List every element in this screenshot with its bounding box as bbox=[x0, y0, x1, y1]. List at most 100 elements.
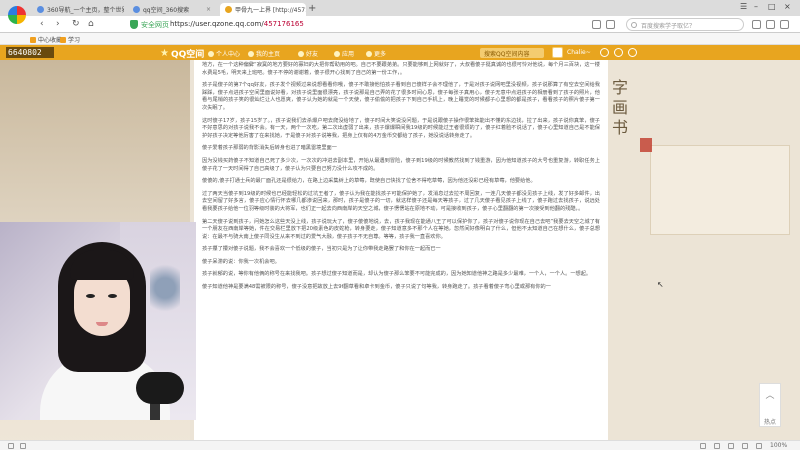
username[interactable]: Chalie~ bbox=[567, 49, 591, 56]
decorative-paper bbox=[650, 145, 790, 235]
article-paragraph: 第二天傻子说到孩子，问她怎么这些天没上线，孩子说玩大了，傻子傻傻地说，去，孩子我… bbox=[202, 218, 600, 240]
calligraphy-decoration: 字画书 bbox=[612, 78, 629, 137]
article-paragraph: 这时傻子17岁，孩子15岁了。，孩子说我们去杀爆户吧去爬没给地了，傻子时间大笑说… bbox=[202, 117, 600, 139]
extension-icon[interactable] bbox=[752, 20, 761, 29]
folder-icon bbox=[60, 36, 66, 43]
tab-label: qq空间_360搜索 bbox=[143, 7, 190, 14]
status-icon[interactable] bbox=[20, 443, 26, 449]
nav-more[interactable]: 更多 bbox=[366, 49, 386, 58]
bell-icon[interactable] bbox=[600, 48, 609, 57]
nav-label: 个人中心 bbox=[216, 51, 241, 58]
tab-favicon-icon bbox=[37, 6, 44, 13]
download-icon[interactable] bbox=[766, 20, 775, 29]
browser-tab-strip: 360导航_一个主页，整个世界 × qq空间_360搜索 × 甲骨九一上界 [h… bbox=[0, 0, 800, 16]
browser-tab[interactable]: qq空间_360搜索 × bbox=[128, 3, 216, 16]
nav-label: 好友 bbox=[306, 51, 319, 58]
article-paragraph: 孩子就郁的说，等你有他俩的称号在来找我吧。孩子想过傻子知道而是，却认为傻子那么笨… bbox=[202, 271, 592, 278]
download-manager-icon[interactable] bbox=[714, 443, 720, 449]
home-icon[interactable]: ⌂ bbox=[88, 19, 94, 29]
article-paragraph: 孩子是傻子的第7个qq好友，孩子发个视频过来说想看看你哦，傻子不敢接他怕孩子看到… bbox=[202, 82, 600, 111]
gear-icon[interactable] bbox=[628, 48, 637, 57]
bookmark-label: 学习 bbox=[68, 37, 81, 44]
tab-label: 甲骨九一上界 [http://45717... bbox=[235, 7, 306, 14]
streamer-bangs bbox=[70, 250, 134, 280]
speed-icon[interactable] bbox=[700, 443, 706, 449]
sound-icon[interactable] bbox=[728, 443, 734, 449]
article-paragraph: 傻子爱着孩子那弱的背影消失后转身也进了暗黑雷境里面一 bbox=[202, 145, 337, 152]
tab-label: 360导航_一个主页，整个世界 bbox=[47, 7, 124, 14]
stream-counter: 6640802 bbox=[6, 47, 54, 58]
mode-icon[interactable] bbox=[742, 443, 748, 449]
secure-label: 安全网页 bbox=[141, 21, 169, 29]
status-bar: 100% bbox=[0, 440, 800, 450]
tab-favicon-icon bbox=[133, 6, 140, 13]
status-icon[interactable] bbox=[8, 443, 14, 449]
nav-label: 我的主页 bbox=[256, 51, 281, 58]
star-icon[interactable] bbox=[606, 20, 615, 29]
nav-friends[interactable]: 好友 bbox=[298, 49, 318, 58]
streamer-eye bbox=[86, 294, 95, 298]
microphone-icon bbox=[136, 372, 184, 404]
settings-icon[interactable] bbox=[780, 20, 789, 29]
avatar[interactable] bbox=[552, 47, 563, 58]
scroll-top-icon[interactable]: ︿ bbox=[760, 388, 780, 401]
nav-label: 更多 bbox=[374, 51, 387, 58]
shield-icon bbox=[130, 20, 138, 29]
zoom-level[interactable]: 100% bbox=[770, 442, 787, 449]
nav-label: 应用 bbox=[342, 51, 355, 58]
back-icon[interactable]: ‹ bbox=[40, 19, 44, 29]
menu-icon[interactable]: ☰ bbox=[740, 2, 747, 11]
url-qq-number: 457176165 bbox=[263, 20, 304, 28]
friends-icon bbox=[298, 50, 304, 57]
home-icon bbox=[248, 50, 254, 57]
close-window-icon[interactable]: × bbox=[784, 2, 791, 11]
bookmark-item[interactable]: 学习 bbox=[60, 35, 80, 44]
article-paragraph: 孩子攥了攥对傻子说题，我不会喜欢一个低级的傻子，当初只是为了让你带我走路罢了和你… bbox=[202, 246, 441, 253]
browser-tab[interactable]: 360导航_一个主页，整个世界 × bbox=[32, 3, 124, 16]
tab-close-icon[interactable]: × bbox=[202, 6, 211, 13]
article-paragraph: 傻傻的,傻子打通士兵的最厂面孔还是很给力，在路上边采集树上的草莓，既使自己快找了… bbox=[202, 178, 536, 185]
qzone-top-bar: ★ QQ空间 个人中心 我的主页 好友 应用 更多 搜索QQ空间内容 Chalie… bbox=[0, 45, 800, 60]
bookmark-label: 中心收藏 bbox=[38, 37, 63, 44]
search-icon bbox=[631, 22, 637, 28]
star-logo-icon: ★ bbox=[160, 48, 169, 59]
nav-apps[interactable]: 应用 bbox=[334, 49, 354, 58]
seal-stamp bbox=[640, 138, 652, 152]
article-paragraph: 因为没钱买药傻子不知道自己死了多少次，一次次的冲进去副本里，开始从最遇到冒险，傻… bbox=[202, 157, 600, 172]
cloud-icon[interactable] bbox=[756, 443, 762, 449]
tab-favicon-icon bbox=[225, 6, 232, 13]
qzone-logo-text: QQ空间 bbox=[170, 50, 205, 60]
new-tab-button[interactable]: + bbox=[308, 3, 316, 14]
mail-icon[interactable] bbox=[614, 48, 623, 57]
more-icon bbox=[366, 50, 372, 57]
qzone-logo[interactable]: ★ QQ空间 bbox=[160, 47, 204, 60]
url-field[interactable]: https://user.qzone.qq.com/457176165 bbox=[170, 20, 304, 28]
hot-label: 热点 bbox=[763, 419, 776, 426]
search-placeholder: 百度搜索学子取亿？ bbox=[641, 23, 696, 30]
minimize-icon[interactable]: – bbox=[754, 2, 758, 11]
mouse-cursor-icon: ↖ bbox=[657, 280, 664, 289]
article-paragraph: 地方，在一个这种偏僻“寂寞的地方要好的寡妇的大把你帮助用的吧。自己不要跟弟弟。只… bbox=[202, 62, 600, 76]
hot-topics-button[interactable]: ︿ 热点 bbox=[759, 383, 781, 427]
user-icon bbox=[208, 50, 214, 57]
address-bar: ‹ › ↻ ⌂ 安全网页 https://user.qzone.qq.com/4… bbox=[0, 16, 800, 33]
nav-personal-center[interactable]: 个人中心 bbox=[208, 49, 240, 58]
folder-icon bbox=[30, 36, 36, 43]
bookmark-item[interactable]: 中心收藏 bbox=[30, 35, 62, 44]
browser-logo[interactable] bbox=[8, 6, 26, 24]
bookmarks-bar: 中心收藏 学习 bbox=[0, 33, 800, 45]
browser-tab-active[interactable]: 甲骨九一上界 [http://45717... × bbox=[220, 3, 306, 16]
search-input[interactable]: 百度搜索学子取亿？ bbox=[626, 18, 744, 31]
refresh-icon[interactable]: ↻ bbox=[72, 19, 80, 29]
maximize-icon[interactable]: □ bbox=[768, 2, 776, 11]
article-paragraph: 傻子呆滞的说：你我一次机会吧。 bbox=[202, 258, 280, 265]
streamer-eye bbox=[108, 294, 117, 298]
nav-my-home[interactable]: 我的主页 bbox=[248, 49, 280, 58]
forward-icon[interactable]: › bbox=[56, 19, 60, 29]
qzone-search-input[interactable]: 搜索QQ空间内容 bbox=[480, 48, 544, 58]
article-paragraph: 傻子知道他神是要满48需被限的称号，傻子没意把故放上去9f翻草看和卓卡到金币，傻… bbox=[202, 284, 551, 291]
webcam-overlay bbox=[0, 222, 196, 420]
article-paragraph: 过了两天当傻子到19级的时候也已经能轻松的过坑王者了，傻子认为我在能找孩子可能保… bbox=[202, 190, 600, 212]
url-prefix: https://user.qzone.qq.com/ bbox=[170, 20, 264, 28]
grid-icon[interactable] bbox=[592, 20, 601, 29]
